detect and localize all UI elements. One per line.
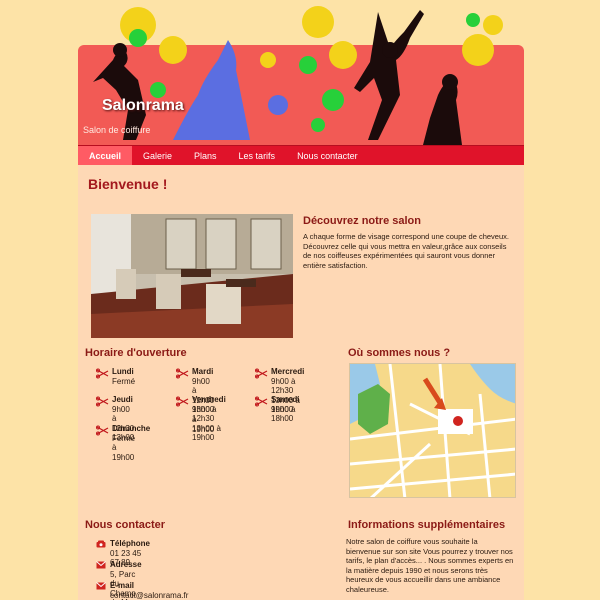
scissors-icon [176, 396, 189, 407]
nav-item-galerie[interactable]: Galerie [132, 146, 183, 165]
salon-photo [91, 214, 293, 338]
day-name: Mercredi [271, 367, 305, 376]
contact-label: Adresse [110, 560, 142, 569]
day-hours: 9h00 à 12h30 [192, 404, 217, 424]
nav-item-accueil[interactable]: Accueil [78, 146, 133, 165]
day-name: Vendredi [192, 395, 226, 404]
scissors-icon [176, 368, 189, 379]
contact-heading: Nous contacter [85, 519, 166, 531]
day-name: Jeudi [112, 395, 133, 404]
location-map[interactable] [349, 363, 516, 498]
phone-icon [96, 540, 106, 548]
contact-email-link[interactable]: contact@salonrama.fr [110, 591, 188, 600]
day-hours: 9h00 à 12h30 [271, 376, 296, 396]
location-heading: Où sommes nous ? [348, 347, 451, 359]
contact-item: E-mail contact@salonrama.fr [96, 581, 188, 600]
hours-day: Vendredi 9h00 à 12h30 13h00 à 19h00 [176, 395, 226, 443]
page-title: Bienvenue ! [88, 176, 168, 192]
main-nav: Accueil Galerie Plans Les tarifs Nous co… [78, 145, 524, 165]
splash-artwork [93, 6, 503, 145]
day-name: Samedi [271, 395, 300, 404]
hours-day: Lundi Fermé [96, 367, 136, 386]
scissors-icon [96, 368, 109, 379]
site-title: Salonrama [102, 97, 184, 114]
discover-text: A chaque forme de visage correspond une … [303, 232, 509, 270]
scissors-icon [255, 368, 268, 379]
day-hours: 9h00 à 18h00 [271, 404, 296, 424]
scissors-icon [96, 425, 109, 436]
day-hours: Fermé [112, 433, 136, 443]
discover-heading: Découvrez notre salon [303, 215, 421, 227]
scissors-icon [96, 396, 109, 407]
info-text: Notre salon de coiffure vous souhaite la… [346, 537, 514, 594]
hours-heading: Horaire d'ouverture [85, 347, 187, 359]
nav-item-plans[interactable]: Plans [183, 146, 228, 165]
day-hours: Fermé [112, 376, 136, 386]
day-hours: 13h00 à 19h00 [192, 423, 221, 443]
header-banner: Salonrama Salon de coiffure [78, 0, 524, 145]
contact-label: Téléphone [110, 539, 151, 548]
envelope-icon [96, 582, 106, 590]
envelope-icon [96, 561, 106, 569]
site-subtitle: Salon de coiffure [83, 125, 151, 135]
main-content: Bienvenue ! Découvrez notre salon A chaq… [78, 165, 524, 600]
contact-label: E-mail [110, 581, 135, 590]
day-name: Mardi [192, 367, 214, 376]
info-heading: Informations supplémentaires [348, 519, 506, 531]
day-name: Dimanche [112, 424, 151, 433]
nav-item-tarifs[interactable]: Les tarifs [228, 146, 287, 165]
day-name: Lundi [112, 367, 134, 376]
hours-day: Samedi 9h00 à 18h00 [255, 395, 300, 424]
nav-item-contact[interactable]: Nous contacter [286, 146, 369, 165]
hours-day: Dimanche Fermé [96, 424, 151, 443]
scissors-icon [255, 396, 268, 407]
